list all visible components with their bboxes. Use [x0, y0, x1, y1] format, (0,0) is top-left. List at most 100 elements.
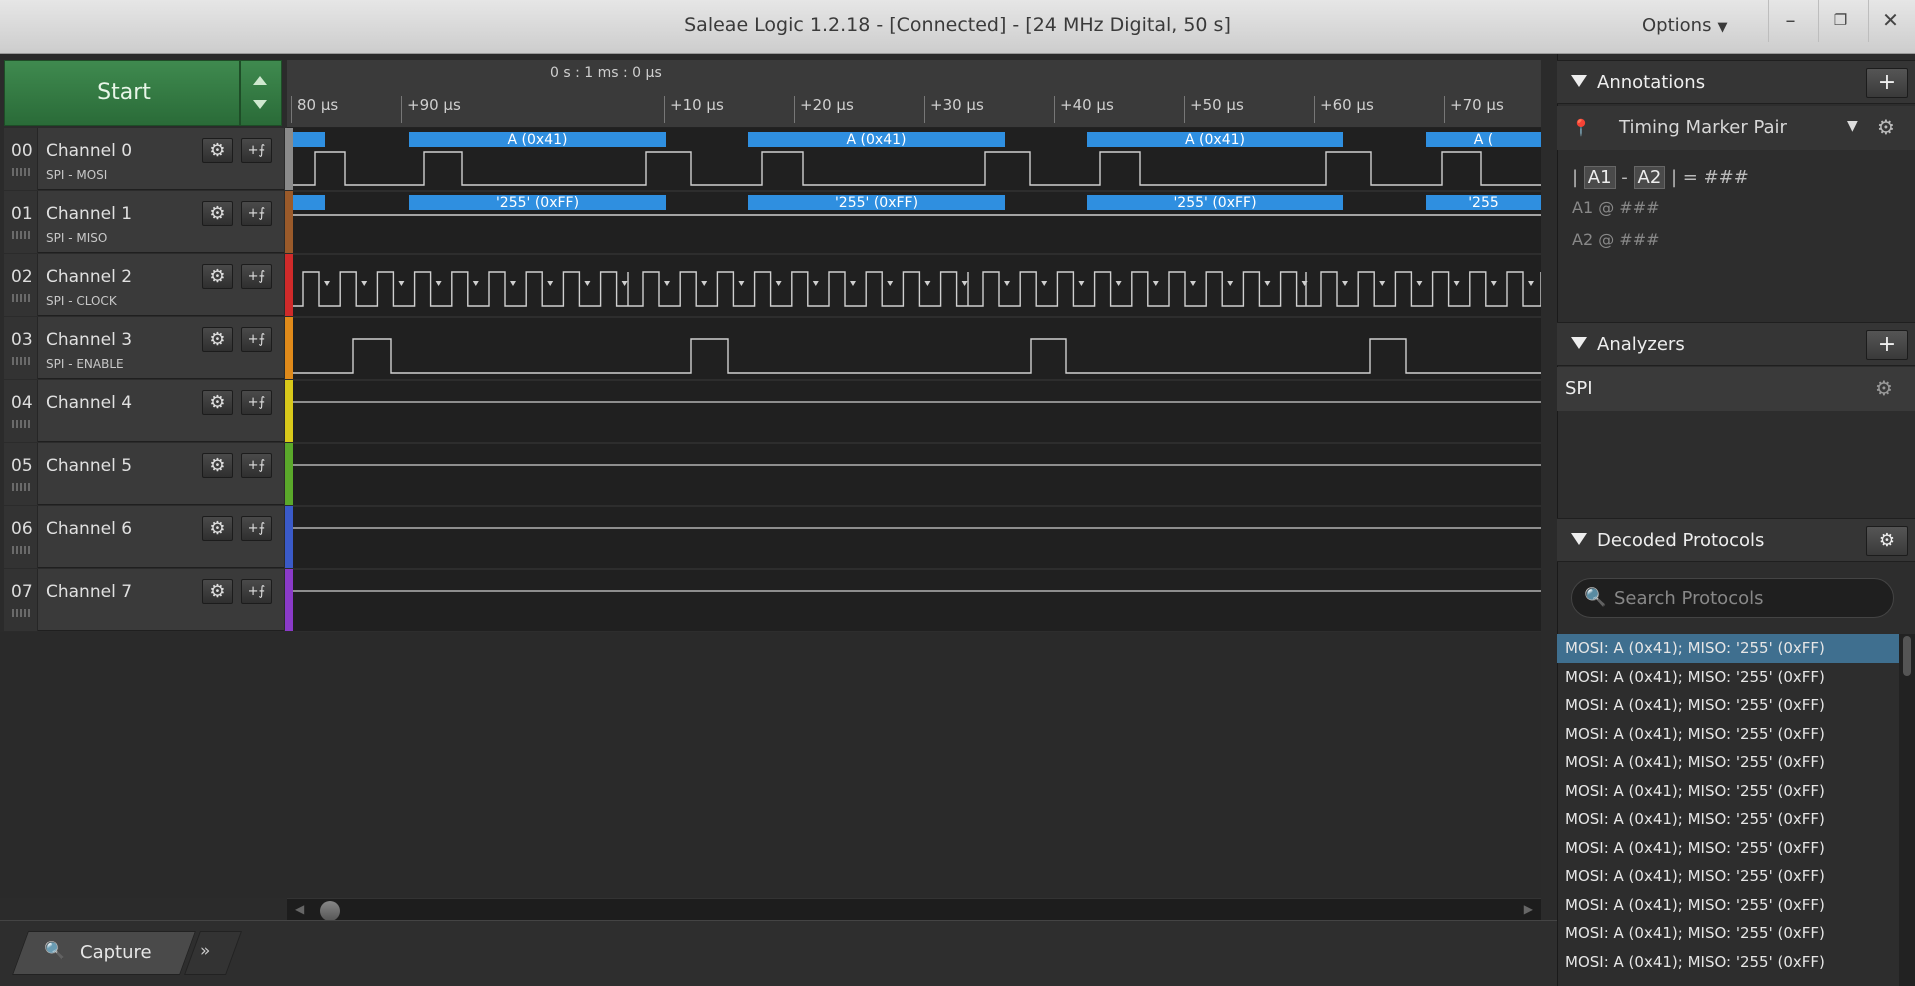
drag-grip-icon[interactable] [12, 546, 30, 554]
trigger-icon[interactable]: +⨍ [241, 138, 272, 163]
channel-name[interactable]: Channel 2 [46, 267, 132, 287]
clock-edge-marker [547, 281, 554, 286]
trigger-icon[interactable]: +⨍ [241, 516, 272, 541]
gear-icon[interactable]: ⚙ [202, 327, 233, 352]
drag-grip-icon[interactable] [12, 231, 30, 239]
minimize-button[interactable]: – [1768, 0, 1812, 42]
trigger-icon[interactable]: +⨍ [241, 453, 272, 478]
decoded-item[interactable]: MOSI: A (0x41); MISO: '255' (0xFF) [1557, 748, 1899, 777]
waveform-canvas[interactable]: A (0x41) A (0x41) A (0x41) A ('255' (0xFF) '… [293, 128, 1541, 632]
drag-grip-icon[interactable] [12, 609, 30, 617]
decoded-item[interactable]: MOSI: A (0x41); MISO: '255' (0xFF) [1557, 634, 1899, 663]
channel-analyzer-label: SPI - ENABLE [46, 357, 124, 371]
drag-grip-icon[interactable] [12, 357, 30, 365]
channel-index: 05 [11, 456, 33, 476]
decoded-item[interactable]: MOSI: A (0x41); MISO: '255' (0xFF) [1557, 891, 1899, 920]
add-analyzer-button[interactable]: + [1866, 330, 1908, 360]
time-ruler[interactable]: 0 s : 1 ms : 0 μs 80 μs +90 μs +10 μs +20 μ… [287, 60, 1541, 128]
clock-edge-marker [1227, 281, 1234, 286]
decoded-protocols-list[interactable]: MOSI: A (0x41); MISO: '255' (0xFF) MOSI: … [1557, 634, 1899, 986]
channel-row-1[interactable]: 01 Channel 1 SPI - MISO ⚙ +⨍ [4, 191, 284, 253]
decoded-item[interactable]: MOSI: A (0x41); MISO: '255' (0xFF) [1557, 663, 1899, 692]
gear-icon[interactable]: ⚙ [202, 264, 233, 289]
restore-button[interactable]: ❐ [1818, 0, 1862, 42]
drag-grip-icon[interactable] [12, 294, 30, 302]
decoded-item[interactable]: MOSI: A (0x41); MISO: '255' (0xFF) [1557, 834, 1899, 863]
vertical-scrollbar[interactable] [1899, 634, 1915, 986]
gear-icon[interactable]: ⚙ [202, 201, 233, 226]
a1-position: A1 @ ### [1572, 198, 1660, 217]
channel-row-7[interactable]: 07 Channel 7 ⚙ +⨍ [4, 569, 284, 631]
collapse-triangle-icon[interactable] [1571, 533, 1587, 545]
trigger-icon[interactable]: +⨍ [241, 201, 272, 226]
trigger-icon[interactable]: +⨍ [241, 327, 272, 352]
collapse-triangle-icon[interactable] [1571, 337, 1587, 349]
scroll-left-icon[interactable]: ◀ [295, 902, 304, 916]
decoded-protocols-header[interactable]: Decoded Protocols ⚙ [1557, 518, 1915, 562]
decoded-item[interactable]: MOSI: A (0x41); MISO: '255' (0xFF) [1557, 777, 1899, 806]
channel-name[interactable]: Channel 5 [46, 456, 132, 476]
gear-icon[interactable]: ⚙ [202, 453, 233, 478]
channel-name[interactable]: Channel 3 [46, 330, 132, 350]
close-button[interactable]: ✕ [1868, 0, 1912, 42]
gear-icon[interactable]: ⚙ [1877, 115, 1895, 139]
empty-workspace [0, 632, 1541, 898]
channel-index-cell: 03 [4, 317, 38, 379]
gear-icon[interactable]: ⚙ [202, 390, 233, 415]
gear-icon[interactable]: ⚙ [202, 516, 233, 541]
options-menu[interactable]: Options ▼ [1642, 15, 1727, 36]
decoded-item[interactable]: MOSI: A (0x41); MISO: '255' (0xFF) [1557, 720, 1899, 749]
dropdown-triangle-icon[interactable]: ▼ [1847, 118, 1858, 134]
vscroll-thumb[interactable] [1903, 636, 1911, 676]
add-annotation-button[interactable]: + [1866, 68, 1908, 98]
decode-bar-label: A ( [1474, 132, 1494, 148]
analyzers-header[interactable]: Analyzers + [1557, 322, 1915, 366]
decoded-item[interactable]: MOSI: A (0x41); MISO: '255' (0xFF) [1557, 919, 1899, 948]
clock-edge-marker [1416, 281, 1423, 286]
clock-edge-marker [1490, 281, 1497, 286]
gear-icon[interactable]: ⚙ [202, 579, 233, 604]
search-protocols[interactable]: 🔍 [1571, 578, 1894, 618]
channel-name[interactable]: Channel 6 [46, 519, 132, 539]
trigger-icon[interactable]: +⨍ [241, 390, 272, 415]
channel-row-4[interactable]: 04 Channel 4 ⚙ +⨍ [4, 380, 284, 442]
channel-name[interactable]: Channel 0 [46, 141, 132, 161]
start-button[interactable]: Start [4, 60, 240, 126]
analyzer-item-spi[interactable]: SPI ⚙ [1557, 367, 1915, 411]
decoded-settings-button[interactable]: ⚙ [1866, 526, 1908, 556]
clock-edge-marker [1453, 281, 1460, 286]
decoded-item[interactable]: MOSI: A (0x41); MISO: '255' (0xFF) [1557, 948, 1899, 977]
arrow-up-icon[interactable] [253, 76, 267, 85]
channel-name[interactable]: Channel 4 [46, 393, 132, 413]
horizontal-scrollbar[interactable]: ◀ ▶ [287, 898, 1541, 921]
channel-index-cell: 04 [4, 380, 38, 442]
drag-grip-icon[interactable] [12, 420, 30, 428]
channel-row-3[interactable]: 03 Channel 3 SPI - ENABLE ⚙ +⨍ [4, 317, 284, 379]
trigger-icon[interactable]: +⨍ [241, 264, 272, 289]
clock-edge-marker [1115, 281, 1122, 286]
arrow-down-icon[interactable] [253, 100, 267, 109]
decoded-item[interactable]: MOSI: A (0x41); MISO: '255' (0xFF) [1557, 862, 1899, 891]
channel-name[interactable]: Channel 1 [46, 204, 132, 224]
gear-icon[interactable]: ⚙ [1875, 376, 1893, 400]
gear-icon[interactable]: ⚙ [202, 138, 233, 163]
ruler-tick: 80 μs [291, 96, 338, 123]
scroll-thumb[interactable] [320, 901, 340, 921]
channel-row-0[interactable]: 00 Channel 0 SPI - MOSI ⚙ +⨍ [4, 128, 284, 190]
timing-marker-row[interactable]: 📍 Timing Marker Pair ▼ ⚙ [1557, 106, 1915, 150]
start-options-toggle[interactable] [240, 60, 282, 126]
channel-row-6[interactable]: 06 Channel 6 ⚙ +⨍ [4, 506, 284, 568]
drag-grip-icon[interactable] [12, 483, 30, 491]
annotations-header[interactable]: Annotations + [1557, 60, 1915, 104]
search-input[interactable] [1612, 585, 1882, 611]
channel-row-5[interactable]: 05 Channel 5 ⚙ +⨍ [4, 443, 284, 505]
decoded-item[interactable]: MOSI: A (0x41); MISO: '255' (0xFF) [1557, 805, 1899, 834]
drag-grip-icon[interactable] [12, 168, 30, 176]
decoded-item[interactable]: MOSI: A (0x41); MISO: '255' (0xFF) [1557, 691, 1899, 720]
window-title: Saleae Logic 1.2.18 - [Connected] - [24 … [684, 14, 1231, 36]
channel-row-2[interactable]: 02 Channel 2 SPI - CLOCK ⚙ +⨍ [4, 254, 284, 316]
scroll-right-icon[interactable]: ▶ [1524, 902, 1533, 916]
channel-name[interactable]: Channel 7 [46, 582, 132, 602]
trigger-icon[interactable]: +⨍ [241, 579, 272, 604]
collapse-triangle-icon[interactable] [1571, 75, 1587, 87]
